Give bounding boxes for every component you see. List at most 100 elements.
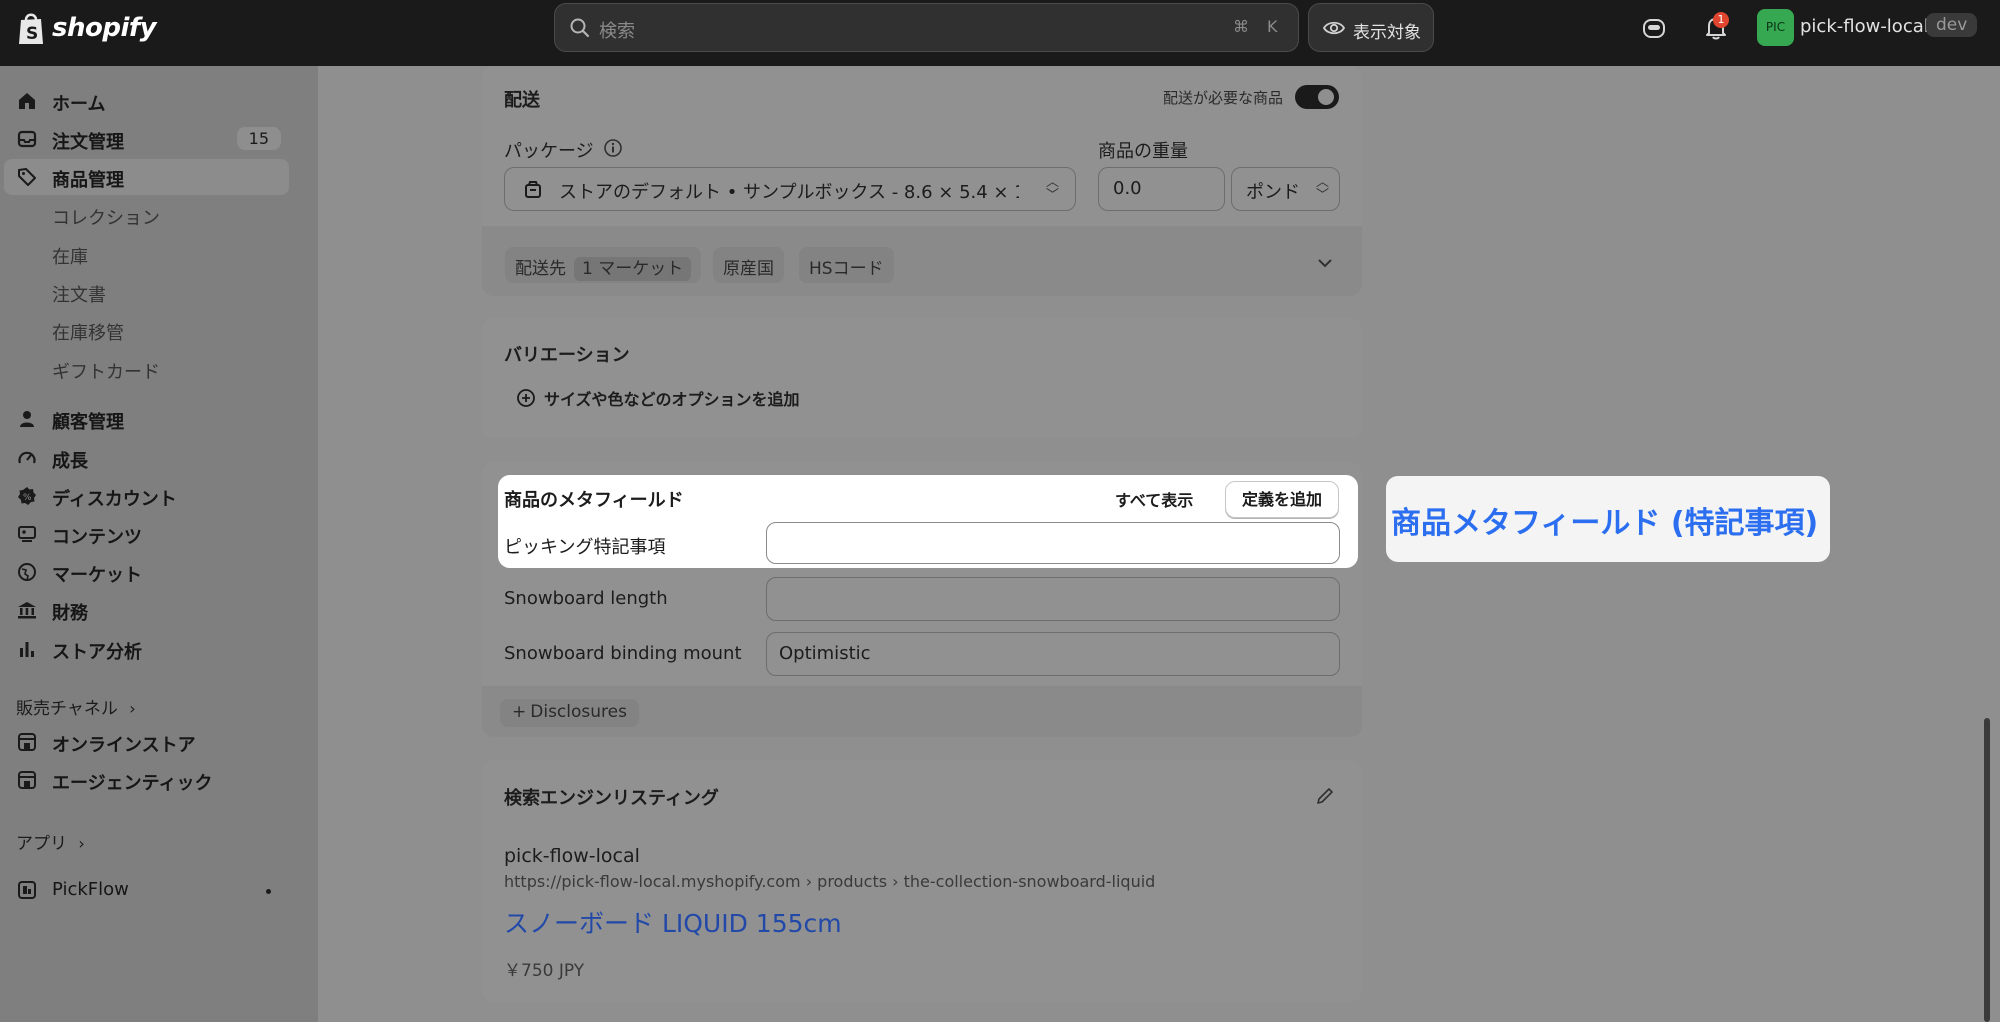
metafield-value: Optimistic [779, 643, 871, 664]
origin-label: 原産国 [723, 259, 774, 279]
package-select[interactable]: ストアのデフォルト • サンプルボックス - 8.6 × 5.4 × 1.6 ︿… [504, 167, 1076, 211]
metafields-title: 商品のメタフィールド [504, 490, 684, 511]
snowboard-length-input[interactable] [766, 577, 1340, 621]
select-arrows-icon: ︿ ﹀ [1315, 175, 1329, 203]
sidebar-item-agentic[interactable]: エージェンティック [4, 762, 289, 798]
weight-unit-select[interactable]: ポンド ︿ ﹀ [1231, 167, 1340, 211]
info-icon[interactable] [603, 138, 623, 158]
sidebar-item-label: PickFlow [52, 879, 129, 900]
sidebar-item-markets[interactable]: マーケット [4, 554, 289, 590]
requires-shipping-toggle[interactable] [1295, 85, 1339, 109]
content-icon [18, 526, 36, 542]
person-icon [20, 411, 34, 427]
bank-icon [18, 602, 36, 619]
view-all-link[interactable]: すべて表示 [1115, 487, 1193, 511]
apps-heading[interactable]: アプリ › [16, 829, 85, 854]
top-bar: S shopify 検索 ⌘ K 表示対象 1 PIC pick-flow-lo… [0, 0, 2000, 66]
sidebar: ホーム 注文管理 15 商品管理 コレクション 在庫 注文書 在庫移管 ギフトカ… [0, 66, 318, 1022]
sidebar-item-content[interactable]: コンテンツ [4, 516, 289, 552]
seo-store-name: pick-flow-local [504, 845, 640, 867]
disclosures-label: Disclosures [530, 702, 627, 722]
globe-icon [18, 563, 36, 581]
sidebar-item-analytics[interactable]: ストア分析 [4, 631, 289, 667]
pencil-icon[interactable] [1315, 786, 1335, 806]
chevron-right-icon: › [78, 834, 85, 853]
store-name[interactable]: pick-flow-local [1800, 16, 1929, 37]
variants-card [482, 318, 1362, 439]
sidebar-item-gift-cards[interactable]: ギフトカード [4, 351, 289, 387]
disclosures-button[interactable]: + Disclosures [500, 699, 639, 727]
sidebar-item-collections[interactable]: コレクション [4, 197, 289, 233]
svg-text:S: S [26, 24, 38, 44]
bar-chart-icon [20, 642, 34, 657]
eye-icon [1323, 21, 1345, 35]
sales-channels-label: 販売チャネル [16, 699, 118, 719]
sidebar-item-purchase-orders[interactable]: 注文書 [4, 274, 289, 310]
sidebar-item-label: ギフトカード [52, 362, 160, 383]
sidebar-item-label: コンテンツ [52, 527, 142, 548]
sidebar-item-finance[interactable]: 財務 [4, 592, 289, 628]
weight-input[interactable]: 0.0 [1098, 167, 1225, 211]
tag-icon [18, 168, 36, 186]
chevron-right-icon: › [129, 699, 136, 718]
sales-channels-heading[interactable]: 販売チャネル › [16, 694, 136, 719]
weight-value: 0.0 [1113, 178, 1142, 199]
storefront-icon [18, 733, 36, 751]
store-avatar[interactable]: PIC [1757, 9, 1794, 46]
sidekick-icon[interactable] [1640, 14, 1668, 42]
sidebar-item-discounts[interactable]: % ディスカウント [4, 478, 289, 514]
sidebar-item-label: 商品管理 [52, 170, 124, 191]
weight-unit-value: ポンド [1246, 182, 1300, 203]
ship-to-pill[interactable]: 配送先 1 マーケット [505, 247, 702, 283]
snowboard-binding-input[interactable]: Optimistic [766, 632, 1340, 676]
agentic-icon [18, 771, 36, 789]
sidebar-item-orders[interactable]: 注文管理 15 [4, 121, 289, 157]
sidebar-item-transfers[interactable]: 在庫移管 [4, 312, 289, 348]
hs-code-pill[interactable]: HSコード [799, 247, 894, 283]
apps-label: アプリ [16, 834, 67, 854]
gauge-icon [18, 451, 36, 464]
seo-url: https://pick-flow-local.myshopify.com › … [504, 872, 1156, 891]
sidebar-item-label: 注文書 [52, 285, 106, 306]
sidebar-item-growth[interactable]: 成長 [4, 440, 289, 476]
sidebar-item-label: ホーム [52, 94, 106, 115]
toggle-knob [1318, 89, 1334, 105]
metafield-label: ピッキング特記事項 [504, 537, 666, 558]
seo-page-title: スノーボード LIQUID 155cm [504, 909, 842, 938]
sidebar-item-home[interactable]: ホーム [4, 83, 289, 119]
orders-count-badge: 15 [236, 127, 281, 150]
picking-notes-input[interactable] [766, 522, 1340, 564]
sidebar-item-inventory[interactable]: 在庫 [4, 236, 289, 272]
add-option-label: サイズや色などのオプションを追加 [544, 390, 800, 409]
add-option-button[interactable]: サイズや色などのオプションを追加 [514, 385, 934, 411]
sidebar-item-label: オンラインストア [52, 735, 196, 756]
callout-text: 商品メタフィールド (特記事項) [1391, 506, 1819, 541]
shortcut-cmd-key: ⌘ [1233, 17, 1249, 36]
search-input[interactable]: 検索 ⌘ K [554, 3, 1299, 52]
plus-circle-icon [517, 389, 535, 407]
market-count: 1 マーケット [574, 257, 692, 281]
sidebar-item-label: 在庫移管 [52, 323, 124, 344]
view-as-label: 表示対象 [1353, 23, 1421, 43]
package-value: ストアのデフォルト • サンプルボックス - 8.6 × 5.4 × 1.6 [559, 182, 1019, 203]
select-arrows-icon: ︿ ﹀ [1045, 175, 1059, 203]
sidebar-item-label: 財務 [52, 603, 88, 624]
app-status-dot [266, 889, 271, 894]
weight-label: 商品の重量 [1098, 141, 1188, 162]
scrollbar[interactable] [1984, 718, 1990, 1022]
origin-pill[interactable]: 原産国 [713, 247, 784, 283]
add-definition-button[interactable]: 定義を追加 [1225, 481, 1339, 518]
chevron-down-icon[interactable] [1316, 256, 1334, 270]
app-icon [18, 881, 36, 899]
sidebar-item-pickflow[interactable]: PickFlow [4, 872, 289, 908]
sidebar-item-products[interactable]: 商品管理 [4, 159, 289, 195]
inbox-icon [17, 130, 37, 148]
sidebar-item-online-store[interactable]: オンラインストア [4, 724, 289, 760]
shortcut-k-key: K [1267, 17, 1278, 36]
shopify-logo[interactable]: S shopify [16, 10, 157, 46]
view-as-button[interactable]: 表示対象 [1308, 3, 1434, 52]
sidebar-item-customers[interactable]: 顧客管理 [4, 401, 289, 437]
home-icon [19, 93, 35, 109]
annotation-callout: 商品メタフィールド (特記事項) [1386, 476, 1830, 562]
plus-icon: + [512, 702, 527, 722]
